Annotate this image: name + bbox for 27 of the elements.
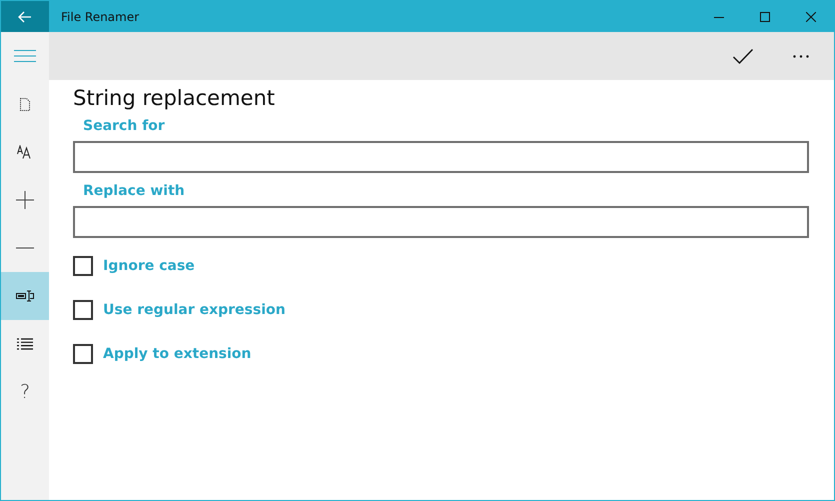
back-button[interactable] xyxy=(1,1,49,32)
checkbox-label: Apply to extension xyxy=(103,346,252,362)
sidebar-item[interactable] xyxy=(1,272,49,320)
back-arrow-icon xyxy=(18,10,32,22)
checkbox[interactable] xyxy=(73,256,93,276)
menu-icon xyxy=(14,50,36,62)
maximize-icon xyxy=(760,12,770,22)
checkbox-label: Ignore case xyxy=(103,258,195,274)
checkbox[interactable] xyxy=(73,344,93,364)
input-field[interactable] xyxy=(73,141,809,173)
text-cursor-icon xyxy=(16,290,34,302)
font-size-icon xyxy=(17,145,33,159)
minus-icon xyxy=(16,247,34,249)
field-label: Search for xyxy=(83,117,166,136)
window-title: File Renamer xyxy=(61,10,140,24)
checkbox-label: Use regular expression xyxy=(103,302,286,318)
input-field[interactable] xyxy=(73,206,809,238)
document-icon xyxy=(20,98,30,110)
page-title: String replacement xyxy=(73,85,276,112)
field-label: Replace with xyxy=(83,182,186,201)
plus-icon xyxy=(16,191,34,209)
close-icon xyxy=(806,12,816,22)
list-icon xyxy=(17,338,33,350)
checkbox[interactable] xyxy=(73,300,93,320)
more-icon xyxy=(793,54,809,58)
checkmark-icon xyxy=(733,48,753,64)
sidebar-item[interactable]: ? xyxy=(1,368,49,416)
